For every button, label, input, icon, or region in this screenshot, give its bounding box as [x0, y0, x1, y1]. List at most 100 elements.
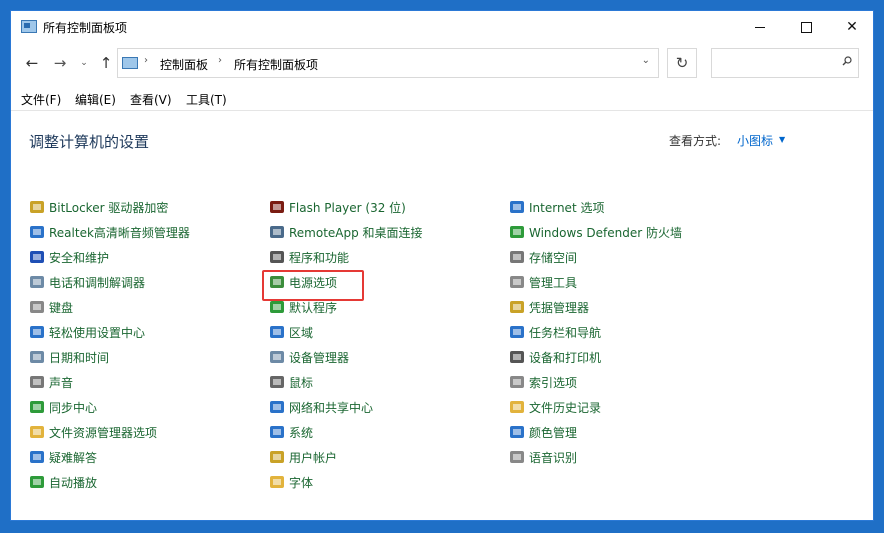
item-label: 文件资源管理器选项 — [49, 426, 158, 440]
highlight-box-power-options — [262, 270, 364, 301]
remoteapp-icon — [270, 226, 284, 238]
keyboard-icon — [30, 301, 44, 313]
chevron-right-icon[interactable]: › — [218, 55, 222, 66]
item-label: 字体 — [289, 476, 314, 490]
up-button[interactable]: ↑ — [95, 52, 117, 74]
item-label: Internet 选项 — [529, 201, 605, 215]
item-label: 区域 — [289, 326, 314, 340]
internet-options-icon — [510, 201, 524, 213]
title-bar[interactable]: 所有控制面板项 ✕ — [11, 11, 873, 44]
menu-edit[interactable]: 编辑(E) — [75, 91, 116, 108]
control-panel-icon — [122, 57, 138, 69]
search-icon[interactable] — [842, 56, 852, 66]
speech-recognition-icon — [510, 451, 524, 463]
control-panel-window: 所有控制面板项 ✕ ← → ⌄ ↑ › 控制面板 › 所有控制面板项 ⌄ ↻ 文… — [10, 10, 874, 521]
item-label: 程序和功能 — [289, 251, 350, 265]
mouse-icon — [270, 376, 284, 388]
firewall-icon — [510, 226, 524, 238]
item-label: 电话和调制解调器 — [49, 276, 146, 290]
admin-tools-icon — [510, 276, 524, 288]
item-label: 网络和共享中心 — [289, 401, 374, 415]
item-label: 疑难解答 — [49, 451, 98, 465]
menu-view[interactable]: 查看(V) — [130, 91, 172, 108]
minimize-button[interactable] — [737, 11, 783, 44]
menu-file[interactable]: 文件(F) — [21, 91, 61, 108]
menu-tools[interactable]: 工具(T) — [186, 91, 227, 108]
item-label: 键盘 — [49, 301, 74, 315]
item-label: 管理工具 — [529, 276, 578, 290]
default-programs-icon — [270, 301, 284, 313]
maximize-button[interactable] — [783, 11, 829, 44]
credential-manager-icon — [510, 301, 524, 313]
search-box[interactable] — [711, 48, 859, 78]
speaker-icon — [30, 376, 44, 388]
flag-icon — [30, 251, 44, 263]
item-label: 索引选项 — [529, 376, 578, 390]
page-title: 调整计算机的设置 — [29, 133, 150, 151]
item-label: 设备和打印机 — [529, 351, 602, 365]
control-panel-icon — [21, 20, 37, 33]
item-label: 鼠标 — [289, 376, 314, 390]
sync-center-icon — [30, 401, 44, 413]
breadcrumb-all-items[interactable]: 所有控制面板项 — [234, 56, 318, 73]
item-label: 自动播放 — [49, 476, 98, 490]
color-management-icon — [510, 426, 524, 438]
breadcrumb-control-panel[interactable]: 控制面板 — [160, 56, 208, 73]
folder-options-icon — [30, 426, 44, 438]
user-accounts-icon — [270, 451, 284, 463]
item-label: Flash Player (32 位) — [289, 201, 406, 215]
item-label: 声音 — [49, 376, 74, 390]
flash-player-icon — [270, 201, 284, 213]
troubleshoot-icon — [30, 451, 44, 463]
item-label: 语音识别 — [529, 451, 578, 465]
system-icon — [270, 426, 284, 438]
devices-printers-icon — [510, 351, 524, 363]
close-icon: ✕ — [846, 19, 858, 35]
dropdown-arrow-icon[interactable]: ▼ — [779, 135, 785, 144]
minimize-icon — [755, 26, 765, 28]
address-bar[interactable]: › 控制面板 › 所有控制面板项 ⌄ — [117, 48, 659, 78]
item-label: 用户帐户 — [289, 451, 338, 465]
file-history-icon — [510, 401, 524, 413]
autoplay-icon — [30, 476, 44, 488]
item-label: 设备管理器 — [289, 351, 350, 365]
ease-of-access-icon — [30, 326, 44, 338]
fonts-icon — [270, 476, 284, 488]
item-label: 任务栏和导航 — [529, 326, 602, 340]
item-label: 文件历史记录 — [529, 401, 602, 415]
indexing-options-icon — [510, 376, 524, 388]
chevron-right-icon[interactable]: › — [144, 55, 148, 66]
menu-bar: 文件(F) 编辑(E) 查看(V) 工具(T) — [11, 88, 873, 111]
phone-modem-icon — [30, 276, 44, 288]
date-time-icon — [30, 351, 44, 363]
recent-locations-dropdown[interactable]: ⌄ — [73, 52, 95, 74]
navigation-bar: ← → ⌄ ↑ › 控制面板 › 所有控制面板项 ⌄ ↻ — [11, 46, 873, 80]
programs-features-icon — [270, 251, 284, 263]
view-by-dropdown[interactable]: 小图标 — [737, 132, 773, 149]
item-label: 同步中心 — [49, 401, 98, 415]
item-label: Windows Defender 防火墙 — [529, 226, 682, 240]
bitlocker-icon — [30, 201, 44, 213]
item-label: 轻松使用设置中心 — [49, 326, 146, 340]
region-icon — [270, 326, 284, 338]
item-label: Realtek高清晰音频管理器 — [49, 226, 190, 240]
item-label: 日期和时间 — [49, 351, 110, 365]
item-label: 凭据管理器 — [529, 301, 590, 315]
realtek-audio-icon — [30, 226, 44, 238]
refresh-button[interactable]: ↻ — [667, 48, 697, 78]
window-title: 所有控制面板项 — [43, 21, 128, 35]
item-label: 颜色管理 — [529, 426, 578, 440]
item-label: 安全和维护 — [49, 251, 110, 265]
search-input[interactable] — [716, 53, 830, 75]
back-button[interactable]: ← — [21, 52, 43, 74]
item-label: BitLocker 驱动器加密 — [49, 201, 169, 215]
item-label: RemoteApp 和桌面连接 — [289, 226, 423, 240]
item-label: 默认程序 — [289, 301, 338, 315]
view-by-label: 查看方式: — [669, 134, 722, 148]
close-button[interactable]: ✕ — [829, 11, 873, 44]
maximize-icon — [800, 21, 812, 33]
device-manager-icon — [270, 351, 284, 363]
chevron-down-icon[interactable]: ⌄ — [642, 55, 650, 66]
forward-button[interactable]: → — [49, 52, 71, 74]
item-label: 系统 — [289, 426, 314, 440]
